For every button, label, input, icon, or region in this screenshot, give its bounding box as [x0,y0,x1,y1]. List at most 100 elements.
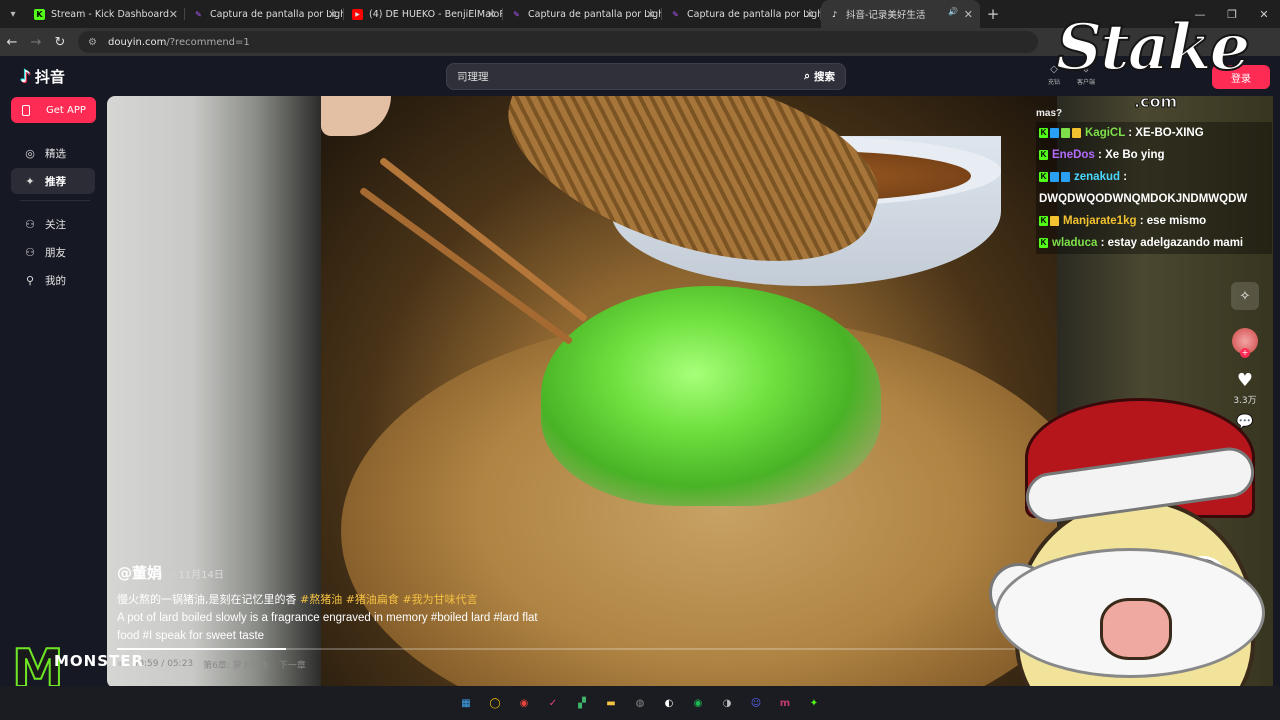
pen-favicon-icon: ✎ [513,9,520,19]
recommend-icon: ✦ [25,174,35,188]
sidebar-divider [20,200,90,201]
reload-button[interactable]: ↻ [48,35,72,50]
chat-username[interactable]: zenakud [1074,171,1120,183]
obs-icon[interactable]: ◍ [632,695,648,711]
tab-close-button[interactable]: ✕ [805,8,814,21]
video-progress-bar[interactable] [117,648,1057,650]
hand [321,96,391,136]
hashtag-link[interactable]: #猪油扁食 [346,593,399,606]
tab-close-button[interactable]: ✕ [964,8,973,21]
browser-tab[interactable]: ♪ 抖音-记录美好生活 🔊 ✕ [821,0,980,28]
sidebar-item-label: 关注 [45,218,66,231]
chat-badge-icon: K [1039,149,1048,160]
description-text: 慢火熬的一锅猪油,是刻在记忆里的香 [117,593,300,606]
tab-title: Captura de pantalla por Lightsh [528,8,662,20]
stake-logo-text: Stake [1055,9,1251,86]
sidebar-item-label: 精选 [45,147,66,160]
chat-username[interactable]: KagiCL [1085,127,1125,139]
sidebar-item-label: 我的 [45,274,66,287]
browser-tab[interactable]: ✎ Captura de pantalla por Lightsh✕ [185,0,344,28]
discord-icon[interactable]: ☺ [748,695,764,711]
back-button[interactable]: ← [0,35,24,50]
chat-badge-icon: K [1039,127,1048,138]
kick-green-icon[interactable]: ✦ [806,695,822,711]
chat-badge-icon: K [1039,237,1048,248]
tab-title: 抖音-记录美好生活 [846,10,926,21]
chat-separator: : [1136,215,1147,227]
chat-text: ese mismo [1146,215,1207,227]
douyin-logo-icon: ♪ [20,66,31,87]
sidebar-item-featured[interactable]: ◎ 精选 [11,140,95,166]
hashtag-link[interactable]: #我为甘味代言 [402,593,477,606]
sidebar-item-me[interactable]: ⚲ 我的 [11,267,95,293]
tab-title: Captura de pantalla por Lightsh [210,8,344,20]
K-favicon-icon: K [34,8,45,20]
norton-icon[interactable]: ◯ [487,695,503,711]
browser-tab[interactable]: ✎ Captura de pantalla por Lightsh✕ [662,0,821,28]
close-window-button[interactable]: ✕ [1248,0,1280,28]
me-icon: ⚲ [25,273,35,287]
steam-icon[interactable]: ◑ [719,695,735,711]
tab-title: Captura de pantalla por Lightsh [687,8,821,20]
forward-button[interactable]: → [24,35,48,50]
url-host: douyin.com [108,36,167,48]
lightshot-icon[interactable]: m [777,695,793,711]
douyin-logo[interactable]: ♪ 抖音 [20,66,65,87]
chat-message: Kzenakud : DWQDWQODWNQMDOKJNDMWQDW [1036,166,1272,210]
tab-search-icon[interactable]: ▾ [0,0,26,28]
next-chapter-button[interactable]: 下一章 [279,658,306,671]
pen-favicon-icon: ✎ [672,9,679,19]
kick-icon[interactable]: ✓ [545,695,561,711]
like-icon[interactable]: ♥ [1237,370,1253,391]
phone-icon [22,104,30,116]
sidebar-item-follow[interactable]: ⚇ 关注 [11,211,95,237]
monster-logo-text: MONSTER [54,652,145,670]
cat-nose [1100,598,1172,660]
stake-logo: Stake .com [1055,9,1251,112]
search-button[interactable]: ⌕ 搜索 [794,64,845,89]
sidebar-item-friends[interactable]: ⚇ 朋友 [11,239,95,265]
chat-username[interactable]: Manjarate1kg [1063,215,1137,227]
time-total: 05:23 [167,659,194,669]
files-icon[interactable]: ▬ [603,695,619,711]
browser-tab[interactable]: ▶ (4) DE HUEKO - BenjiElMaloPalla✕ [344,0,503,28]
capcut-icon[interactable]: ◐ [661,695,677,711]
browser-tab[interactable]: K Stream - Kick Dashboard ✕ [26,0,185,28]
tab-close-button[interactable]: ✕ [169,8,178,21]
featured-icon: ◎ [25,146,35,160]
new-tab-button[interactable]: + [980,5,1006,23]
chat-badge-icon [1061,171,1070,182]
chat-username[interactable]: EneDos [1052,149,1095,161]
tab-close-button[interactable]: ✕ [646,8,655,21]
chat-message: K Manjarate1kg : ese mismo [1036,210,1272,232]
tab-close-button[interactable]: ✕ [487,8,496,21]
post-date: · 11月14日 [172,570,224,581]
chat-separator: : [1125,127,1136,139]
chapter-label[interactable]: 第6章: 萝卜焯水 [203,658,269,671]
collection-icon[interactable]: ✧ [1231,282,1259,310]
search-input[interactable]: 司理理 ⌕ 搜索 [446,63,846,90]
browser-tab[interactable]: ✎ Captura de pantalla por Lightsh✕ [503,0,662,28]
windows-start-icon[interactable]: ▦ [458,695,474,711]
douyin-logo-text: 抖音 [34,68,65,86]
tab-close-button[interactable]: ✕ [328,8,337,21]
get-app-button[interactable]: Get APP [11,97,96,123]
get-app-label: Get APP [46,104,86,116]
follow-plus-icon[interactable]: + [1240,348,1250,358]
hashtag-link[interactable]: #熬猪油 [300,593,342,606]
video-author-row: @董娟 · 11月14日 [117,562,547,583]
chat-username[interactable]: wladuca [1052,237,1097,249]
author-name[interactable]: @董娟 [117,562,162,583]
site-info-icon[interactable]: ⚙ [88,37,100,48]
spotify-icon[interactable]: ◉ [690,695,706,711]
url-field[interactable]: ⚙ douyin.com/?recommend=1 [78,31,1038,53]
chrome-icon[interactable]: ◉ [516,695,532,711]
taskbar: ▦ ◯ ◉ ✓ ▞ ▬ ◍ ◐ ◉ ◑ ☺ m ✦ [0,686,1280,720]
chat-text: estay adelgazando mami [1107,237,1244,249]
chat-text: XE-BO-XING [1135,127,1204,139]
chat-message: K KagiCL : XE-BO-XING [1036,122,1272,144]
tab-audio-icon[interactable]: 🔊 [948,7,958,16]
chat-badge-icon: K [1039,171,1048,182]
app-icon[interactable]: ▞ [574,695,590,711]
sidebar-item-recommend[interactable]: ✦ 推荐 [11,168,95,194]
